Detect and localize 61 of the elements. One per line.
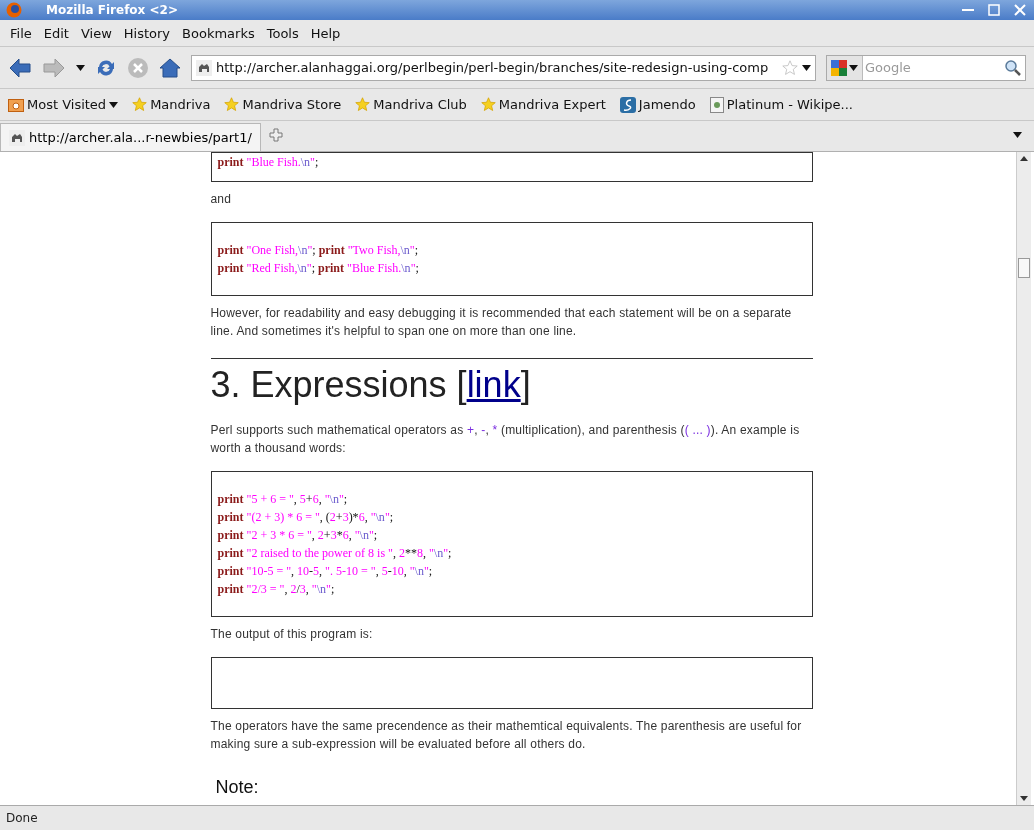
menu-item[interactable]: File bbox=[4, 25, 38, 41]
code-line: print "5 + 6 = ", 5+6, "\n"; bbox=[217, 491, 349, 508]
home-icon[interactable] bbox=[159, 56, 181, 79]
scrollbar[interactable] bbox=[1016, 152, 1031, 805]
bookmark-item[interactable]: Most Visited bbox=[8, 97, 119, 112]
paragraph: The output of this program is: bbox=[210, 626, 374, 643]
menu-item[interactable]: Edit bbox=[37, 25, 75, 41]
status-text: Done bbox=[6, 811, 38, 825]
menu-item[interactable]: Tools bbox=[260, 25, 305, 41]
page-icon bbox=[709, 96, 724, 113]
new-tab-icon[interactable] bbox=[268, 128, 283, 142]
address-field[interactable]: http://archer.alanhaggai.org/perlbegin/perl-begin/branches/site-redesign-using-comp bbox=[191, 54, 816, 81]
code-line: print "10-5 = ", 10-5, ". 5-10 = ", 5-10, "\n"; bbox=[217, 563, 434, 580]
bookmark-item[interactable]: Jamendo bbox=[619, 96, 696, 113]
heading-link[interactable]: link bbox=[466, 364, 521, 405]
folder-caret-icon bbox=[109, 101, 119, 108]
bookmark-item[interactable]: Platinum - Wikipe... bbox=[709, 96, 853, 113]
code-line: print "Blue Fish.\n"; bbox=[217, 154, 320, 171]
menu-item[interactable]: Bookmarks bbox=[176, 25, 261, 41]
paragraph: The operators have the same precendence as their mathemtical equivalents. The parenthesis are useful for making sure a sub-expression will be evaluated before all others do. bbox=[210, 718, 803, 753]
history-caret-icon[interactable] bbox=[76, 64, 85, 71]
bookmark-item[interactable]: Mandriva Store bbox=[224, 97, 342, 112]
back-icon[interactable] bbox=[8, 56, 32, 79]
browser-tab[interactable]: http://archer.ala...r-newbies/part1/ bbox=[0, 123, 261, 151]
bookmark-item[interactable]: Mandriva Expert bbox=[480, 97, 606, 112]
bookmark-star-icon[interactable] bbox=[782, 59, 798, 76]
menu-item[interactable]: View bbox=[74, 25, 118, 41]
maximize-icon bbox=[988, 4, 1000, 16]
menu-item[interactable]: History bbox=[117, 25, 177, 41]
star-icon bbox=[224, 97, 240, 112]
paragraph: However, for readability and easy debugging it is recommended that each statement will be on a separate line. And sometimes it's helpful to span one on more than one line. bbox=[210, 305, 793, 340]
bookmark-item[interactable]: Mandriva bbox=[132, 97, 211, 112]
star-icon bbox=[355, 97, 371, 112]
search-box[interactable]: Google bbox=[826, 54, 1026, 81]
window-title: Mozilla Firefox <2> bbox=[45, 3, 179, 17]
search-icon[interactable] bbox=[1004, 58, 1022, 77]
folder-icon bbox=[8, 97, 24, 112]
scroll-thumb[interactable] bbox=[1018, 258, 1030, 278]
browser-logo-icon bbox=[6, 2, 22, 18]
code-line: print "One Fish,\n"; print "Two Fish,\n"; bbox=[217, 242, 420, 259]
search-engine-icon bbox=[831, 59, 847, 76]
url-caret-icon[interactable] bbox=[802, 64, 811, 71]
maximize-button[interactable] bbox=[986, 3, 1002, 17]
code-line: print "2 raised to the power of 8 is ", 2**8, "\n"; bbox=[217, 545, 453, 562]
note-heading: Note: bbox=[215, 777, 260, 798]
star-icon bbox=[132, 97, 148, 112]
paragraph: and bbox=[210, 191, 233, 208]
engine-caret-icon[interactable] bbox=[849, 64, 858, 71]
code-line: print "2/3 = ", 2/3, "\n"; bbox=[217, 581, 336, 598]
code-line: print "(2 + 3) * 6 = ", (2+3)*6, "\n"; bbox=[217, 509, 395, 526]
code-line: print "Red Fish,\n"; print "Blue Fish.\n"; bbox=[217, 260, 420, 277]
code-line: print "2 + 3 * 6 = ", 2+3*6, "\n"; bbox=[217, 527, 379, 544]
menu-item[interactable]: Help bbox=[304, 25, 347, 41]
close-icon bbox=[1014, 4, 1026, 16]
close-button[interactable] bbox=[1012, 3, 1028, 17]
site-icon bbox=[619, 96, 636, 113]
bookmark-item[interactable]: Mandriva Club bbox=[355, 97, 467, 112]
star-icon bbox=[480, 97, 496, 112]
section-heading: 3. Expressions [link] bbox=[210, 365, 532, 405]
paragraph: Perl supports such mathematical operators as +, -, * (multiplication), and parenthesis (( ... )). An example is worth a thousand words: bbox=[210, 422, 801, 457]
tab-list-caret-icon[interactable] bbox=[1013, 132, 1022, 138]
